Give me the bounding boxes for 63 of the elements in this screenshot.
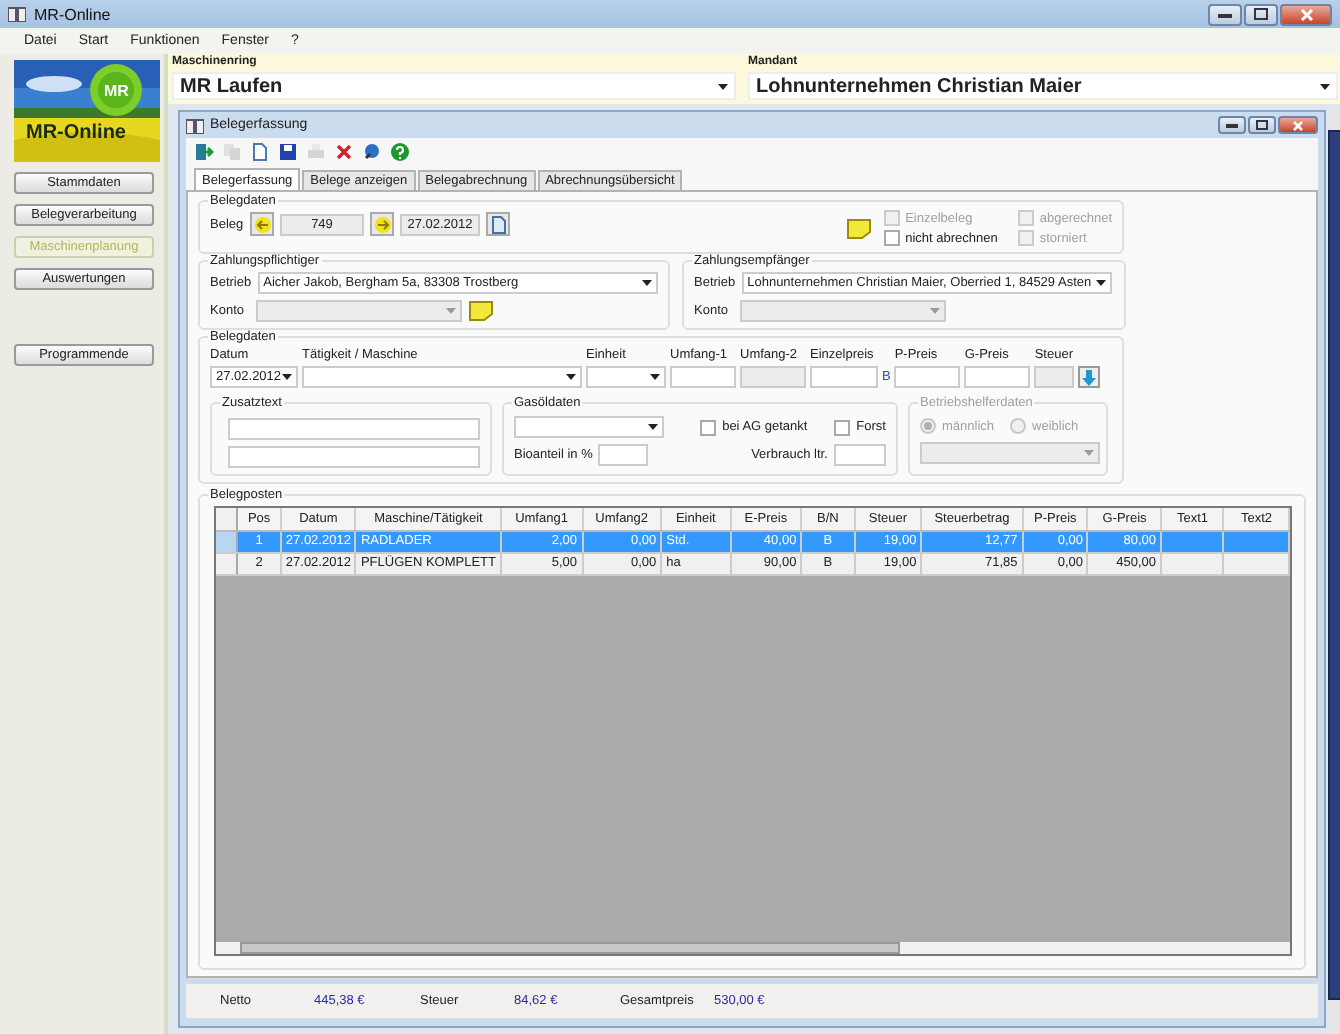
radio-button[interactable]	[920, 418, 936, 434]
checkbox[interactable]	[700, 419, 717, 435]
minimize-icon	[1226, 122, 1238, 128]
input-field[interactable]	[894, 366, 961, 388]
caret-icon	[930, 308, 940, 314]
dropdown[interactable]: Lohnunternehmen Christian Maier	[748, 72, 1338, 100]
caret-icon	[446, 308, 456, 314]
dropdown[interactable]	[514, 416, 664, 438]
dropdown[interactable]	[302, 366, 582, 388]
caret-icon	[1084, 450, 1094, 456]
caret-icon	[282, 374, 292, 380]
input-field[interactable]	[228, 446, 480, 468]
previous-button[interactable]	[250, 212, 274, 236]
caret-icon	[647, 424, 658, 430]
next-button[interactable]	[370, 212, 394, 236]
input-field[interactable]	[964, 366, 1031, 388]
caret-icon	[650, 374, 660, 380]
minimize-button[interactable]	[1218, 116, 1246, 134]
logo-label: MR	[104, 82, 129, 100]
help-icon[interactable]	[390, 141, 410, 161]
caret-icon	[718, 83, 728, 89]
window-icon	[186, 117, 204, 133]
maximize-button[interactable]	[1244, 3, 1278, 25]
window-title: MR-Online	[34, 5, 113, 23]
input-field	[1034, 366, 1075, 388]
input-field[interactable]	[810, 366, 878, 388]
scroll-bar[interactable]	[1328, 110, 1340, 1034]
input-field[interactable]	[833, 444, 886, 466]
minimize-icon	[1218, 11, 1232, 17]
close-button[interactable]	[1280, 3, 1332, 25]
row-header[interactable]	[216, 530, 238, 552]
dropdown[interactable]: MR Laufen	[172, 72, 736, 100]
input-field[interactable]	[598, 444, 648, 466]
row-header[interactable]	[216, 552, 238, 574]
save-icon[interactable]	[278, 141, 298, 161]
input-field[interactable]	[228, 418, 480, 440]
minimize-button[interactable]	[1208, 3, 1242, 25]
close-button[interactable]	[1278, 116, 1318, 134]
caret-icon	[641, 280, 652, 286]
input-field	[740, 366, 806, 388]
delete-icon[interactable]	[334, 141, 354, 161]
caret-icon	[1320, 83, 1330, 89]
add-button[interactable]	[1078, 366, 1101, 388]
maximize-icon	[1254, 8, 1268, 20]
caret-icon	[566, 374, 576, 380]
input-field[interactable]	[670, 366, 736, 388]
exit-icon[interactable]	[194, 141, 214, 161]
note-icon[interactable]	[468, 300, 494, 322]
scroll-bar[interactable]	[216, 942, 1290, 954]
radio-button[interactable]	[1010, 418, 1027, 434]
logo-title: MR-Online	[26, 122, 126, 144]
caret-icon	[1095, 280, 1106, 286]
dropdown[interactable]	[586, 366, 666, 388]
checkbox[interactable]	[834, 419, 851, 435]
checkbox[interactable]	[883, 230, 900, 246]
close-icon	[1299, 7, 1313, 21]
maximize-button[interactable]	[1248, 116, 1276, 134]
document-button[interactable]	[486, 212, 510, 236]
maximize-icon	[1256, 120, 1268, 130]
app-icon	[8, 6, 26, 22]
note-icon[interactable]	[845, 217, 872, 239]
close-icon	[1292, 119, 1304, 131]
search-icon[interactable]	[362, 141, 382, 161]
